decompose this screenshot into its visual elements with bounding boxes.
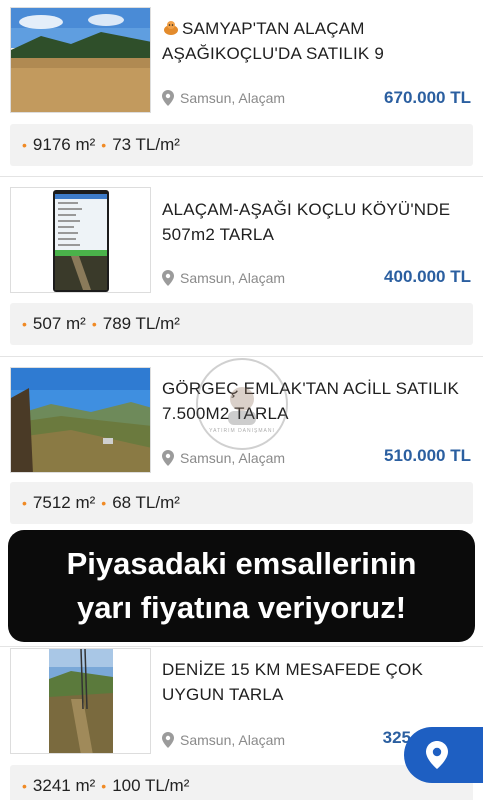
bullet-icon: • bbox=[22, 778, 27, 794]
listing-title[interactable]: SAMYAP'TAN ALAÇAM AŞAĞIKOÇLU'DA SATILIK … bbox=[162, 16, 472, 66]
listing-title[interactable]: ALAÇAM-AŞAĞI KOÇLU KÖYÜ'NDE 507m2 TARLA bbox=[162, 197, 472, 247]
listing-title-line1: DENİZE 15 KM MESAFEDE ÇOK bbox=[162, 660, 423, 679]
listing-photo[interactable] bbox=[10, 367, 151, 473]
area-value: 507 m² bbox=[32, 314, 86, 333]
area-value: 7512 m² bbox=[32, 493, 96, 512]
location-text: Samsun, Alaçam bbox=[180, 732, 286, 748]
bullet-icon: • bbox=[101, 778, 107, 794]
cow-icon bbox=[162, 19, 182, 37]
listing-location: Samsun, Alaçam bbox=[162, 270, 285, 286]
location-text: Samsun, Alaçam bbox=[180, 90, 286, 106]
location-pin-icon bbox=[162, 90, 174, 106]
unit-price-value: 73 TL/m² bbox=[112, 135, 180, 154]
listing-meta: • 3241 m² • 100 TL/m² bbox=[10, 765, 473, 800]
listing-title-line1: ALAÇAM-AŞAĞI KOÇLU KÖYÜ'NDE bbox=[162, 200, 451, 219]
listing-card-1[interactable]: SAMYAP'TAN ALAÇAM AŞAĞIKOÇLU'DA SATILIK … bbox=[0, 0, 483, 176]
location-pin-icon bbox=[162, 732, 174, 748]
location-pin-icon bbox=[162, 270, 174, 286]
bullet-icon: • bbox=[91, 316, 97, 332]
listing-title-line2: AŞAĞIKOÇLU'DA SATILIK 9 bbox=[162, 44, 384, 63]
listing-title[interactable]: DENİZE 15 KM MESAFEDE ÇOK UYGUN TARLA bbox=[162, 657, 472, 707]
listing-photo[interactable] bbox=[10, 187, 151, 293]
location-pin-icon bbox=[162, 450, 174, 466]
listing-title-line2: 507m2 TARLA bbox=[162, 225, 275, 244]
listing-title-line2: UYGUN TARLA bbox=[162, 685, 284, 704]
unit-price-value: 68 TL/m² bbox=[112, 493, 180, 512]
area-value: 3241 m² bbox=[32, 776, 96, 795]
bullet-icon: • bbox=[101, 137, 107, 153]
listing-location: Samsun, Alaçam bbox=[162, 450, 285, 466]
location-text: Samsun, Alaçam bbox=[180, 270, 286, 286]
listing-price: 670.000 TL bbox=[384, 88, 471, 107]
bullet-icon: • bbox=[101, 495, 107, 511]
listing-location: Samsun, Alaçam bbox=[162, 90, 285, 106]
map-pin-icon bbox=[426, 741, 448, 769]
listing-card-4[interactable]: DENİZE 15 KM MESAFEDE ÇOK UYGUN TARLA Sa… bbox=[0, 647, 483, 800]
listing-photo[interactable] bbox=[10, 7, 151, 113]
map-view-button[interactable] bbox=[404, 727, 483, 783]
listing-title-line1: SAMYAP'TAN ALAÇAM bbox=[182, 19, 365, 38]
listing-photo[interactable] bbox=[10, 648, 151, 754]
listing-card-2[interactable]: ALAÇAM-AŞAĞI KOÇLU KÖYÜ'NDE 507m2 TARLA … bbox=[0, 177, 483, 356]
unit-price-value: 100 TL/m² bbox=[112, 776, 190, 795]
watermark-text: YATIRIM DANIŞMANI bbox=[209, 428, 275, 434]
bullet-icon: • bbox=[22, 316, 27, 332]
listing-meta: • 9176 m² • 73 TL/m² bbox=[10, 124, 473, 166]
unit-price-value: 789 TL/m² bbox=[102, 314, 180, 333]
listing-meta: • 7512 m² • 68 TL/m² bbox=[10, 482, 473, 524]
banner-line1: Piyasadaki emsallerinin bbox=[66, 546, 417, 581]
listing-price: 510.000 TL bbox=[384, 446, 471, 465]
listing-meta: • 507 m² • 789 TL/m² bbox=[10, 303, 473, 345]
area-value: 9176 m² bbox=[32, 135, 96, 154]
watermark-logo: YATIRIM DANIŞMANI bbox=[196, 358, 288, 450]
listing-location: Samsun, Alaçam bbox=[162, 732, 285, 748]
listing-price: 400.000 TL bbox=[384, 267, 471, 286]
bullet-icon: • bbox=[22, 495, 27, 511]
location-text: Samsun, Alaçam bbox=[180, 450, 286, 466]
promo-banner: Piyasadaki emsallerinin yarı fiyatına ve… bbox=[8, 530, 475, 642]
bullet-icon: • bbox=[22, 137, 27, 153]
banner-line2: yarı fiyatına veriyoruz! bbox=[76, 590, 407, 625]
